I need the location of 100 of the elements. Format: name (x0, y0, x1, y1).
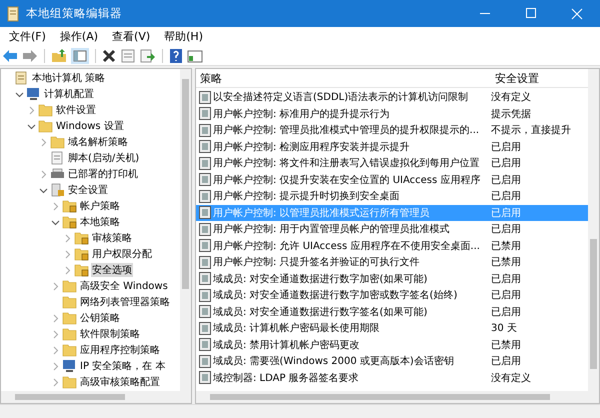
policy-icon (199, 354, 211, 368)
policy-icon (199, 206, 211, 220)
collapse-caret-icon[interactable] (15, 90, 24, 98)
security-setting: 已启用 (490, 174, 522, 187)
column-header[interactable]: 安全设置 (492, 70, 588, 86)
policy-row[interactable]: 用户帐户控制: 将文件和注册表写入错误虚拟化到每用户位置 已启用 (196, 155, 588, 172)
policy-name: 域成员: 禁用计算机帐户密码更改 (213, 338, 360, 352)
tree-item[interactable]: 高级审核策略配置 (79, 375, 161, 389)
expand-caret-icon[interactable] (51, 282, 60, 290)
policy-name: 用户帐户控制: 提示提升时切换到安全桌面 (213, 190, 400, 204)
expand-caret-icon[interactable] (39, 170, 48, 178)
delete-icon[interactable] (102, 48, 116, 62)
expand-caret-icon[interactable] (51, 314, 60, 322)
policy-name: 域成员: 对安全通道数据进行数字签名(如果可能) (213, 306, 428, 319)
policy-row[interactable]: 用户帐户控制: 仅提升安装在安全位置的 UIAccess 应用程序 已启用 (196, 172, 588, 188)
policy-row[interactable]: 域成员: 对安全通道数据进行数字加密(如果可能) 已启用 (196, 270, 588, 287)
folder-icon (50, 135, 65, 149)
policy-row[interactable]: 用户帐户控制: 用于内置管理员帐户的管理员批准模式 已启用 (196, 221, 588, 238)
expand-caret-icon[interactable] (63, 234, 72, 242)
tree-item[interactable]: 安全设置 (67, 183, 109, 197)
expand-caret-icon[interactable] (63, 250, 72, 258)
expand-caret-icon[interactable] (51, 202, 60, 210)
folder-icon (62, 327, 77, 341)
policy-row[interactable]: 用户帐户控制: 提示提升时切换到安全桌面 已启用 (196, 188, 588, 204)
menu-item[interactable]: 帮助(H) (157, 29, 210, 44)
collapse-caret-icon[interactable] (27, 122, 36, 130)
expand-caret-icon[interactable] (63, 266, 72, 274)
back-arrow-icon[interactable] (2, 48, 18, 62)
policy-row[interactable]: 域成员: 计算机帐户密码最长使用期限 30 天 (196, 320, 588, 336)
expand-caret-icon[interactable] (51, 378, 60, 386)
tree-item[interactable]: 用户权限分配 (91, 247, 153, 261)
tree-item[interactable]: 安全选项 (91, 263, 133, 277)
menu-item[interactable]: 文件(F) (2, 29, 53, 44)
tree-item[interactable]: 高级安全 Windows (79, 279, 169, 293)
policy-row[interactable]: 用户帐户控制: 只提升签名并验证的可执行文件 已禁用 (196, 254, 588, 270)
tree-item[interactable]: 公钥策略 (79, 311, 121, 325)
policy-row[interactable]: 以安全描述符定义语言(SDDL)语法表示的计算机访问限制 没有定义 (196, 89, 588, 106)
policy-name: 用户帐户控制: 只提升签名并验证的可执行文件 (213, 256, 420, 270)
horizontal-scrollbar[interactable] (1, 391, 191, 403)
folder-icon (38, 103, 53, 117)
tree-item[interactable]: IP 安全策略，在 本 (79, 359, 166, 373)
script-icon (50, 151, 65, 165)
tree-item[interactable]: 软件限制策略 (79, 327, 141, 341)
tree-item[interactable]: 脚本(启动/关机) (67, 151, 140, 165)
policy-icon (199, 124, 211, 137)
policy-name: 域成员: 计算机帐户密码最长使用期限 (213, 322, 380, 336)
policy-row[interactable]: 用户帐户控制: 允许 UIAccess 应用程序在不使用安全桌面... 已禁用 (196, 238, 588, 254)
policy-icon (199, 288, 211, 302)
policy-row[interactable]: 域成员: 禁用计算机帐户密码更改 已禁用 (196, 336, 588, 353)
tree-item[interactable]: 软件设置 (55, 103, 97, 117)
column-header[interactable]: 策略 (196, 70, 492, 86)
policy-row[interactable]: 域成员: 对安全通道数据进行数字加密或数字签名(始终) 已启用 (196, 287, 588, 304)
security-setting: 已禁用 (490, 240, 522, 253)
vertical-scrollbar[interactable] (588, 69, 599, 391)
horizontal-scrollbar[interactable] (196, 391, 599, 403)
tree-item[interactable]: 应用程序控制策略 (79, 343, 161, 357)
policy-row[interactable]: 域成员: 对安全通道数据进行数字签名(如果可能) 已启用 (196, 304, 588, 320)
tree-item[interactable]: 帐户策略 (79, 199, 121, 213)
tree-item[interactable]: 本地计算机 策略 (31, 71, 106, 85)
policy-icon (199, 272, 211, 286)
folder-up-icon[interactable] (51, 48, 67, 62)
policy-name: 用户帐户控制: 允许 UIAccess 应用程序在不使用安全桌面... (213, 240, 480, 253)
collapse-caret-icon[interactable] (39, 186, 48, 194)
collapse-caret-icon[interactable] (51, 218, 60, 226)
policy-document-icon (14, 71, 29, 85)
expand-caret-icon[interactable] (39, 138, 48, 146)
policy-name: 用户帐户控制: 仅提升安装在安全位置的 UIAccess 应用程序 (213, 174, 480, 187)
policy-row[interactable]: 用户帐户控制: 管理员批准模式中管理员的提升权限提示的... 不提示，直接提升 (196, 122, 588, 138)
help-icon[interactable] (169, 48, 183, 64)
tree-item[interactable]: Windows 设置 (55, 119, 125, 133)
console-tree-icon[interactable] (71, 48, 89, 64)
security-setting: 已启用 (490, 156, 522, 170)
folder-icon (62, 311, 77, 325)
tree-item[interactable]: 本地策略 (79, 215, 121, 229)
policy-icon (199, 305, 211, 318)
policy-row[interactable]: 域控制器: LDAP 服务器签名要求 没有定义 (196, 370, 588, 386)
policy-row[interactable]: 用户帐户控制: 标准用户的提升提示行为 提示凭据 (196, 106, 588, 122)
folder-icon (38, 119, 53, 133)
expand-caret-icon[interactable] (51, 362, 60, 370)
expand-caret-icon[interactable] (51, 330, 60, 338)
menu-item[interactable]: 查看(V) (105, 29, 158, 44)
policy-row[interactable]: 域成员: 需要强(Windows 2000 或更高版本)会话密钥 已启用 (196, 353, 588, 370)
tree-item[interactable]: 已部署的打印机 (67, 167, 139, 181)
tree-item[interactable]: 审核策略 (91, 231, 133, 245)
locked-folder-icon (62, 199, 77, 213)
policy-name: 用户帐户控制: 管理员批准模式中管理员的提升权限提示的... (213, 124, 480, 138)
panel-icon[interactable] (187, 48, 203, 62)
export-list-icon[interactable] (140, 48, 156, 62)
policy-icon (199, 338, 211, 352)
vertical-scrollbar[interactable] (180, 69, 191, 391)
tree-item[interactable]: 网络列表管理器策略 (79, 295, 171, 309)
expand-caret-icon[interactable] (51, 346, 60, 354)
tree-item[interactable]: 域名解析策略 (67, 135, 129, 149)
expand-caret-icon[interactable] (27, 106, 36, 114)
policy-row[interactable]: 用户帐户控制: 检测应用程序安装并提示提升 已启用 (196, 138, 588, 155)
forward-arrow-icon[interactable] (22, 48, 38, 62)
security-setting: 已启用 (490, 288, 522, 302)
tree-item[interactable]: 计算机配置 (43, 87, 95, 101)
security-setting: 已启用 (490, 306, 522, 319)
menu-item[interactable]: 操作(A) (52, 29, 106, 44)
